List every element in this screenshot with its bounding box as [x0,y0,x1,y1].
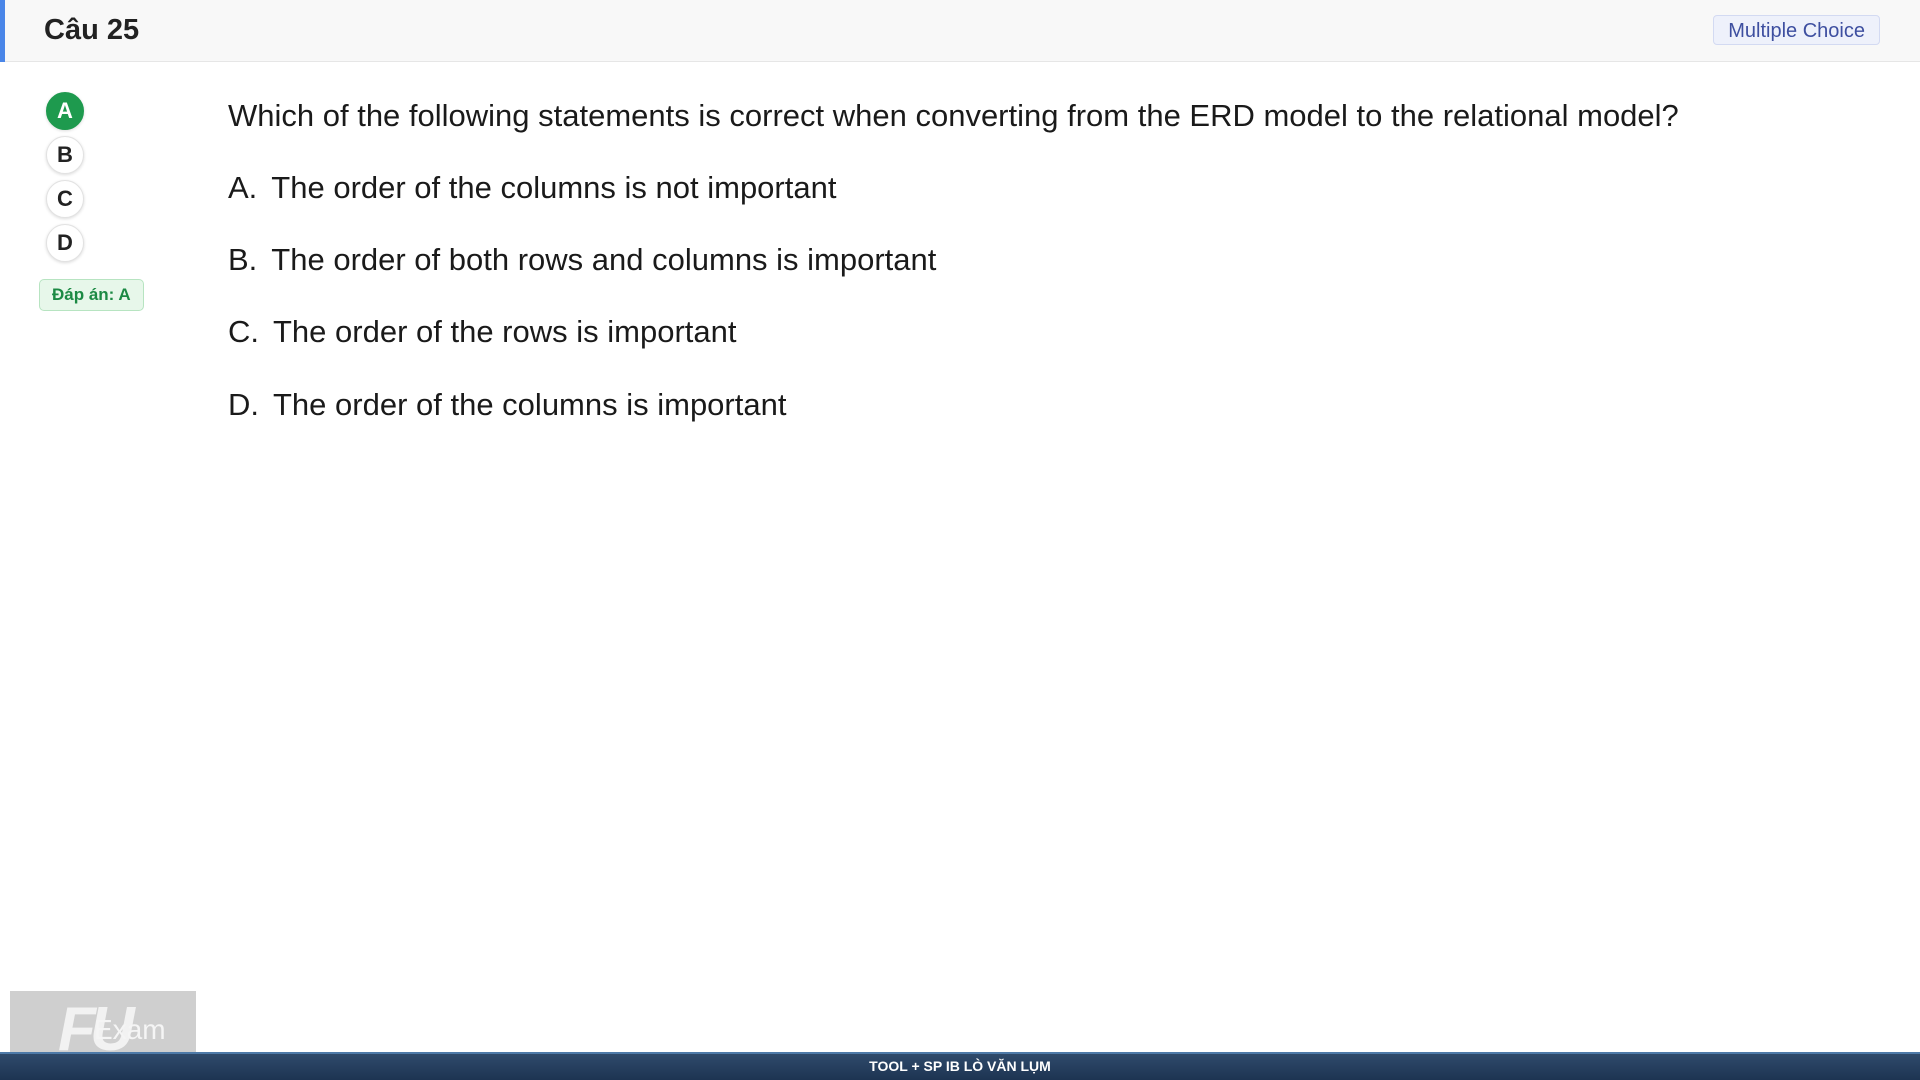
choice-text: The order of the rows is important [273,314,737,349]
choice-d: D. The order of the columns is important [228,383,786,427]
question-number: Câu 25 [44,14,140,46]
choice-c: C. The order of the rows is important [228,310,736,354]
footer-text: TOOL + SP IB LÒ VĂN LỤM [869,1058,1051,1074]
footer-bar: TOOL + SP IB LÒ VĂN LỤM [0,1052,1920,1080]
question-header: Câu 25 Multiple Choice [0,0,1920,62]
answer-badge: Đáp án: A [39,279,144,311]
question-text: Which of the following statements is cor… [228,98,1679,133]
exam-page: Câu 25 Multiple Choice A B C D Đáp án: A… [0,0,1920,1080]
choice-letter: B. [228,242,258,277]
option-a-button[interactable]: A [46,92,84,130]
choice-letter: C. [228,314,259,349]
header-accent-bar [0,0,5,62]
choice-text: The order of both rows and columns is im… [271,242,937,277]
option-c-button[interactable]: C [46,180,84,218]
logo-text: Exam [94,1014,166,1045]
choice-a: A. The order of the columns is not import… [228,166,836,210]
choice-letter: A. [228,170,258,205]
choice-letter: D. [228,387,259,422]
question-type-badge: Multiple Choice [1713,15,1880,45]
choice-text: The order of the columns is not importan… [271,170,837,205]
option-b-button[interactable]: B [46,136,84,174]
choice-text: The order of the columns is important [273,387,787,422]
choice-b: B. The order of both rows and columns is … [228,238,936,282]
option-d-button[interactable]: D [46,224,84,262]
